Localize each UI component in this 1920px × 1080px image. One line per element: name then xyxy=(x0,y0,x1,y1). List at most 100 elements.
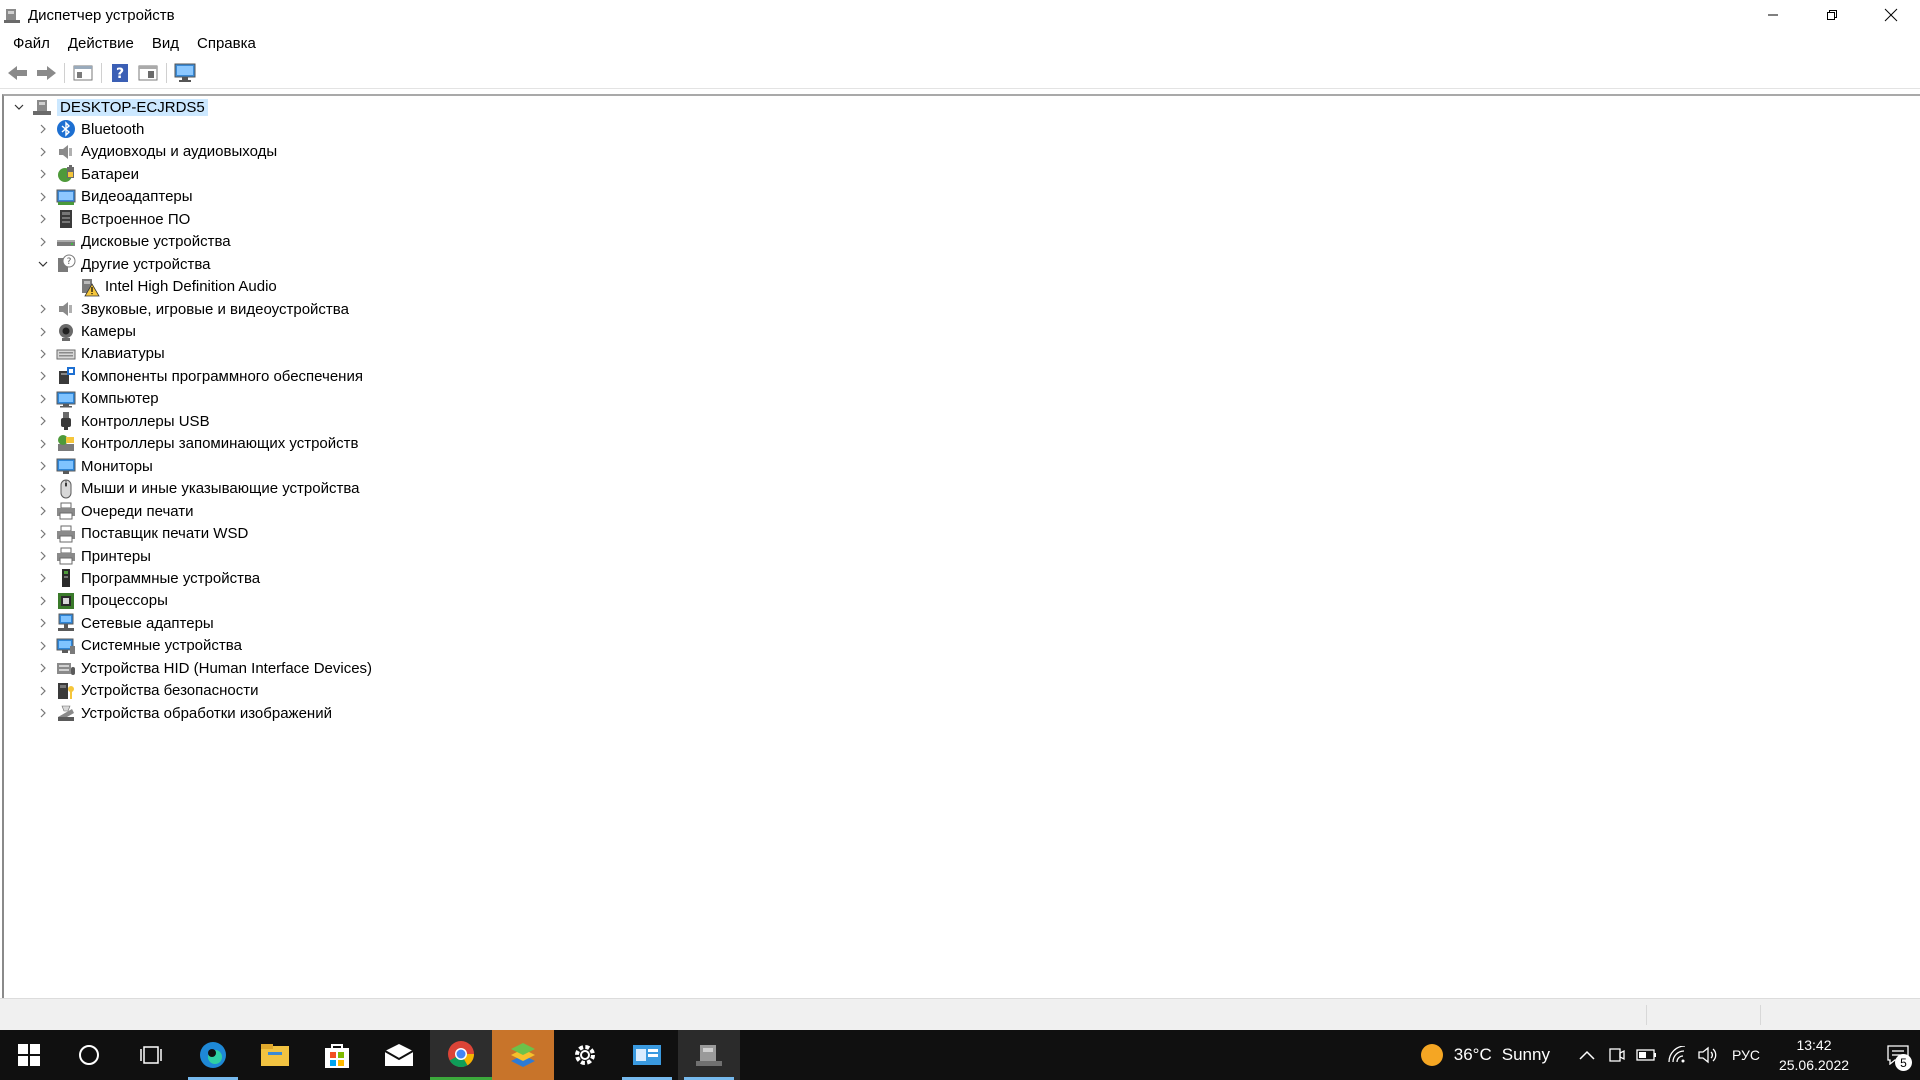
update-driver-button[interactable] xyxy=(134,59,162,87)
chevron-right-icon[interactable] xyxy=(36,347,50,361)
chevron-right-icon[interactable] xyxy=(36,616,50,630)
volume-tray-button[interactable] xyxy=(1692,1030,1722,1080)
tree-category-item[interactable]: Принтеры xyxy=(36,545,151,567)
chevron-right-icon[interactable] xyxy=(36,571,50,585)
tree-root[interactable]: DESKTOP-ECJRDS5 xyxy=(12,96,208,118)
chevron-right-icon[interactable] xyxy=(36,235,50,249)
show-hidden-icons-button[interactable] xyxy=(1572,1030,1602,1080)
tree-category-item[interactable]: Компьютер xyxy=(36,388,159,410)
forward-button[interactable] xyxy=(32,59,60,87)
chevron-down-icon[interactable] xyxy=(36,257,50,271)
status-bar xyxy=(0,998,1920,1030)
tree-category-item[interactable]: Клавиатуры xyxy=(36,343,165,365)
chevron-right-icon[interactable] xyxy=(36,684,50,698)
tree-category-item[interactable]: Поставщик печати WSD xyxy=(36,523,248,545)
tree-category-item[interactable]: Устройства обработки изображений xyxy=(36,702,332,724)
toolbar: ? xyxy=(0,57,1920,89)
menu-file[interactable]: Файл xyxy=(4,30,59,57)
chevron-right-icon[interactable] xyxy=(36,459,50,473)
chevron-right-icon[interactable] xyxy=(36,212,50,226)
chevron-right-icon[interactable] xyxy=(36,145,50,159)
tree-category-item[interactable]: Сетевые адаптеры xyxy=(36,612,214,634)
chevron-right-icon[interactable] xyxy=(36,549,50,563)
bluestacks-icon xyxy=(511,1043,535,1067)
weather-widget[interactable]: 36°C Sunny xyxy=(1420,1043,1550,1067)
minimize-icon xyxy=(1767,14,1778,16)
close-button[interactable] xyxy=(1861,0,1920,30)
control-panel-app[interactable] xyxy=(616,1030,678,1080)
tree-category-item[interactable]: Компоненты программного обеспечения xyxy=(36,365,363,387)
properties-button[interactable] xyxy=(69,59,97,87)
tree-category-item[interactable]: Батареи xyxy=(36,163,139,185)
menu-action[interactable]: Действие xyxy=(59,30,143,57)
tree-category-item[interactable]: Мыши и иные указывающие устройства xyxy=(36,478,359,500)
edge-app[interactable] xyxy=(182,1030,244,1080)
tree-category-item[interactable]: Очереди печати xyxy=(36,500,194,522)
chevron-right-icon[interactable] xyxy=(36,706,50,720)
file-explorer-app[interactable] xyxy=(244,1030,306,1080)
chevron-right-icon[interactable] xyxy=(36,594,50,608)
tree-category-item[interactable]: Устройства безопасности xyxy=(36,680,258,702)
chevron-right-icon[interactable] xyxy=(36,527,50,541)
scan-hardware-button[interactable] xyxy=(171,59,199,87)
help-button[interactable]: ? xyxy=(106,59,134,87)
search-button[interactable] xyxy=(58,1030,120,1080)
restore-button[interactable] xyxy=(1802,0,1861,30)
tree-category-item[interactable]: Камеры xyxy=(36,321,136,343)
chevron-right-icon[interactable] xyxy=(36,639,50,653)
tree-category-item[interactable]: ? Другие устройства xyxy=(36,253,210,275)
back-button[interactable] xyxy=(4,59,32,87)
properties-icon xyxy=(73,65,93,80)
chevron-right-icon[interactable] xyxy=(36,325,50,339)
chevron-right-icon[interactable] xyxy=(36,369,50,383)
language-indicator[interactable]: РУС xyxy=(1732,1047,1760,1063)
chevron-right-icon[interactable] xyxy=(36,482,50,496)
settings-app[interactable] xyxy=(554,1030,616,1080)
tree-category-item[interactable]: Видеоадаптеры xyxy=(36,186,193,208)
chevron-right-icon[interactable] xyxy=(36,167,50,181)
tree-device-item[interactable]: Intel High Definition Audio xyxy=(60,276,277,298)
chevron-right-icon[interactable] xyxy=(36,392,50,406)
device-manager-app[interactable] xyxy=(678,1030,740,1080)
task-view-button[interactable] xyxy=(120,1030,182,1080)
tree-category-item[interactable]: Мониторы xyxy=(36,455,153,477)
chrome-app[interactable] xyxy=(430,1030,492,1080)
minimize-button[interactable] xyxy=(1743,0,1802,30)
battery-icon xyxy=(56,164,76,184)
tree-category-item[interactable]: Дисковые устройства xyxy=(36,231,231,253)
battery-tray-button[interactable] xyxy=(1632,1030,1662,1080)
mail-app[interactable] xyxy=(368,1030,430,1080)
notification-center-button[interactable]: 5 xyxy=(1876,1030,1920,1080)
menu-help[interactable]: Справка xyxy=(188,30,265,57)
tree-category-item[interactable]: Контроллеры запоминающих устройств xyxy=(36,433,358,455)
mouse-icon xyxy=(56,479,76,499)
tree-category-item[interactable]: Процессоры xyxy=(36,590,168,612)
menu-view[interactable]: Вид xyxy=(143,30,188,57)
chevron-right-icon[interactable] xyxy=(36,414,50,428)
chevron-right-icon[interactable] xyxy=(36,661,50,675)
chevron-right-icon[interactable] xyxy=(36,504,50,518)
tree-category-item[interactable]: Системные устройства xyxy=(36,635,242,657)
chevron-right-icon[interactable] xyxy=(36,190,50,204)
tree-category-item[interactable]: Контроллеры USB xyxy=(36,410,210,432)
store-app[interactable] xyxy=(306,1030,368,1080)
toolbar-separator xyxy=(166,62,167,83)
chevron-right-icon[interactable] xyxy=(36,437,50,451)
back-arrow-icon xyxy=(8,65,27,80)
tree-category-item[interactable]: Программные устройства xyxy=(36,567,260,589)
start-button[interactable] xyxy=(0,1030,58,1080)
bluestacks-app[interactable] xyxy=(492,1030,554,1080)
clock[interactable]: 13:42 25.06.2022 xyxy=(1772,1035,1856,1075)
wifi-tray-button[interactable] xyxy=(1662,1030,1692,1080)
meet-now-button[interactable] xyxy=(1602,1030,1632,1080)
tree-category-item[interactable]: Встроенное ПО xyxy=(36,208,190,230)
firmware-icon xyxy=(56,209,76,229)
clock-time: 13:42 xyxy=(1796,1037,1832,1053)
chevron-right-icon[interactable] xyxy=(36,122,50,136)
tree-category-item[interactable]: Bluetooth xyxy=(36,118,144,140)
tree-category-item[interactable]: Звуковые, игровые и видеоустройства xyxy=(36,298,349,320)
tree-category-item[interactable]: Аудиовходы и аудиовыходы xyxy=(36,141,277,163)
chevron-right-icon[interactable] xyxy=(36,302,50,316)
tree-category-item[interactable]: Устройства HID (Human Interface Devices) xyxy=(36,657,372,679)
chevron-down-icon[interactable] xyxy=(12,100,26,114)
